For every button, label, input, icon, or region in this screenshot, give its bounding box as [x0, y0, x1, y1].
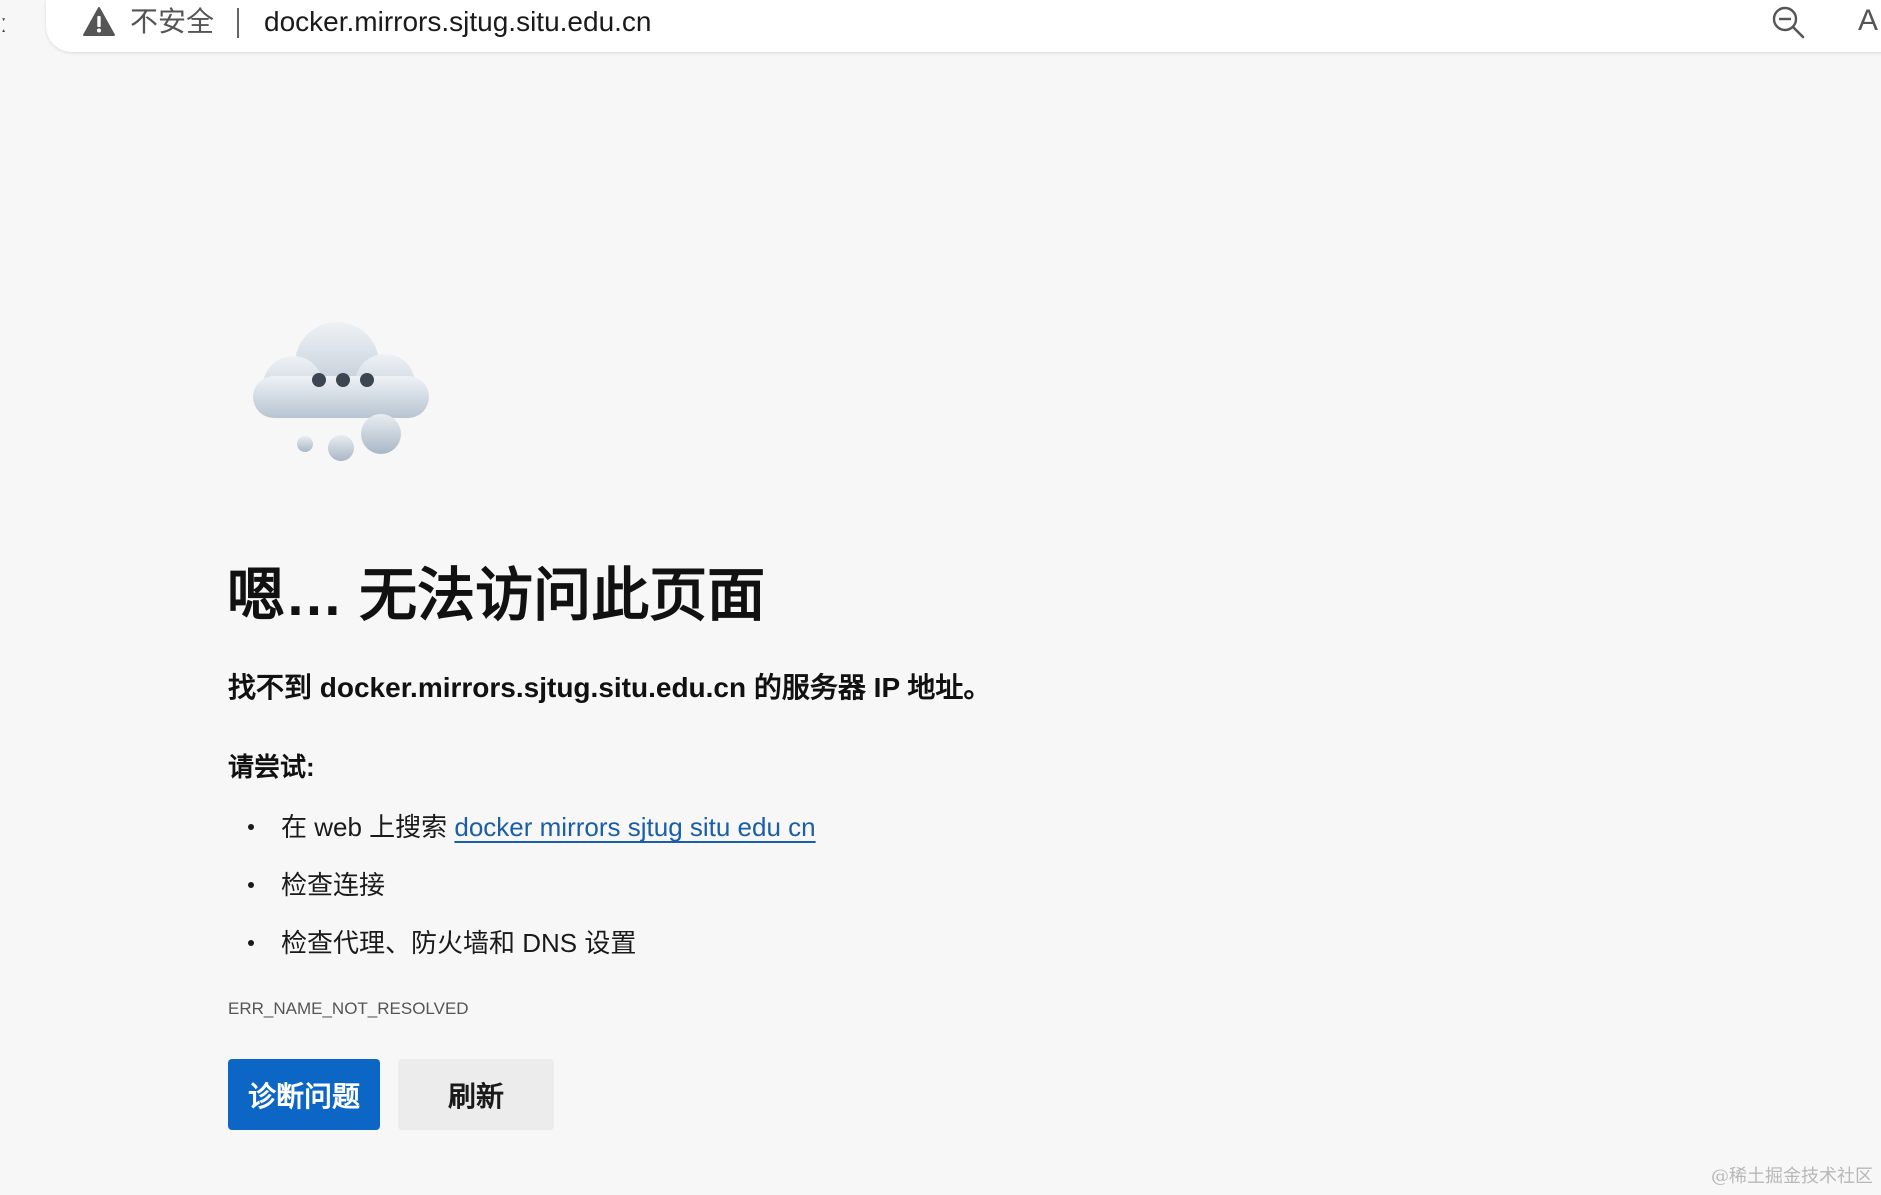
zoom-icon[interactable]: [1768, 2, 1808, 42]
error-code: ERR_NAME_NOT_RESOLVED: [228, 999, 469, 1018]
search-prefix: 在 web 上搜索: [281, 812, 455, 842]
refresh-button[interactable]: 刷新: [398, 1059, 554, 1130]
error-headline: 嗯… 无法访问此页面: [227, 563, 766, 628]
search-web-link[interactable]: docker mirrors sjtug situ edu cn: [454, 812, 815, 842]
check-proxy-text: 检查代理、防火墙和 DNS 设置: [281, 928, 637, 958]
bullet: [248, 824, 254, 830]
suggestion-check-connection: 检查连接: [228, 868, 816, 926]
diagnose-button[interactable]: 诊断问题: [228, 1059, 380, 1130]
suggestions-list: 在 web 上搜索 docker mirrors sjtug situ edu …: [228, 810, 816, 984]
refresh-icon-partial[interactable]: ː: [0, 10, 7, 36]
address-divider: [237, 8, 239, 38]
warning-icon[interactable]: [81, 4, 117, 40]
read-aloud-icon[interactable]: A: [1858, 4, 1878, 38]
bullet: [248, 882, 254, 888]
suggestion-search: 在 web 上搜索 docker mirrors sjtug situ edu …: [228, 810, 816, 868]
check-connection-text: 检查连接: [281, 870, 386, 900]
suggestions-title: 请尝试:: [228, 752, 315, 782]
error-description: 找不到 docker.mirrors.sjtug.situ.edu.cn 的服务…: [228, 672, 992, 703]
watermark: @稀土掘金技术社区: [1711, 1166, 1873, 1187]
url-text[interactable]: docker.mirrors.sjtug.situ.edu.cn: [264, 5, 652, 39]
browser-toolbar: ː 不安全 docker.mirrors.sjtug.situ.edu.cn A: [0, 0, 1881, 58]
suggestion-check-proxy: 检查代理、防火墙和 DNS 设置: [228, 926, 816, 984]
security-status-label[interactable]: 不安全: [130, 5, 214, 39]
address-bar[interactable]: 不安全 docker.mirrors.sjtug.situ.edu.cn A: [46, 0, 1881, 52]
bullet: [248, 940, 254, 946]
cloud-icon: [253, 322, 429, 461]
